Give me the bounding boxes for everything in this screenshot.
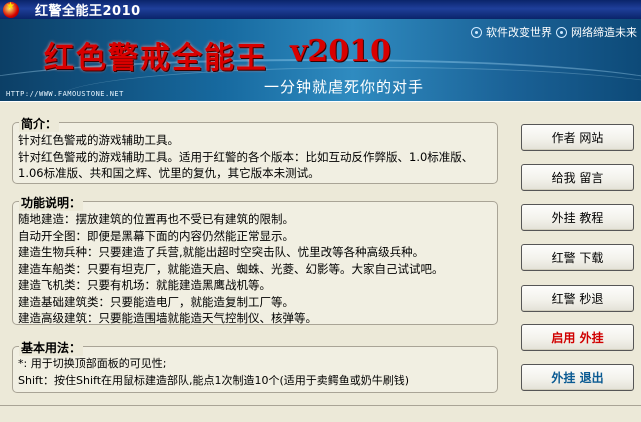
function-line: 建造飞机类：只要有机场：就能建造黑鹰战机等。 [18,278,271,292]
function-line: 自动开全图：即便是黑幕下面的内容仍然能正常显示。 [18,228,294,243]
banner-logo: 红色警戒全能王 [44,41,268,76]
banner-links: 软件改变世界 网络缔造未来 [471,24,637,40]
usage-group: 基本用法： *: 用于切换顶部面板的可见性; Shift：按住Shift在用鼠标… [12,339,498,393]
link-bullet-icon [556,26,567,38]
hide-game-button[interactable]: 红警 秒退 [521,285,634,312]
window-title: 红警全能王2010 [35,4,141,19]
usage-line: Shift：按住Shift在用鼠标建造部队,能点1次制造10个(适用于卖鳄鱼或奶… [18,373,410,387]
banner-slogan: 一分钟就虐死你的对手 [264,78,425,96]
link-network-future[interactable]: 网络缔造未来 [571,24,637,40]
functions-legend: 功能说明： [19,194,84,211]
usage-line: *: 用于切换顶部面板的可见性; [18,357,167,370]
download-button[interactable]: 红警 下载 [521,244,634,271]
exit-button[interactable]: 外挂 退出 [521,364,634,391]
function-line: 建造生物兵种：只要建造了兵营,就能出超时空突击队、忧里改等各种高级兵种。 [18,245,425,259]
function-line: 建造高级建筑：只要能造围墙就能造天气控制仪、核弹等。 [18,311,317,325]
link-bullet-icon [471,26,482,38]
enable-cheat-button[interactable]: 启用 外挂 [521,324,634,351]
tutorial-button[interactable]: 外挂 教程 [521,204,634,231]
header-banner: 红色警戒全能王 v2010 一分钟就虐死你的对手 HTTP://WWW.FAMO… [0,19,641,101]
link-software-world[interactable]: 软件改变世界 [486,24,552,40]
function-line: 随地建造：摆放建筑的位置再也不受已有建筑的限制。 [18,212,294,226]
intro-line: 针对红色警戒的游戏辅助工具。 [18,133,179,147]
message-button[interactable]: 给我 留言 [521,164,634,191]
functions-group: 功能说明： 随地建造：摆放建筑的位置再也不受已有建筑的限制。 自动开全图：即便是… [12,194,498,325]
banner-version: v2010 [290,34,391,69]
main-panel: 简介： 针对红色警戒的游戏辅助工具。 针对红色警戒的游戏辅助工具。适用于红警的各… [0,101,641,422]
function-line: 建造车船类：只要有坦克厂，就能造天启、蜘蛛、光菱、幻影等。大家自己试试吧。 [18,261,444,276]
function-line: 建造基础建筑类：只要能造电厂，就能造复制工厂等。 [18,294,294,309]
title-bar[interactable]: 红警全能王2010 [0,0,641,19]
app-icon [3,1,19,18]
intro-line: 针对红色警戒的游戏辅助工具。适用于红警的各个版本：比如互动反作弊版、1.0标准版… [18,149,474,164]
usage-legend: 基本用法： [19,339,84,356]
banner-url: HTTP://WWW.FAMOUSTONE.NET [6,90,124,98]
intro-line: 1.06标准版、共和国之辉、忧里的复仇，其它版本未测试。 [18,166,320,180]
intro-group: 简介： 针对红色警戒的游戏辅助工具。 针对红色警戒的游戏辅助工具。适用于红警的各… [12,115,498,184]
status-bar [0,405,641,422]
author-site-button[interactable]: 作者 网站 [521,124,634,151]
intro-legend: 简介： [19,115,60,132]
